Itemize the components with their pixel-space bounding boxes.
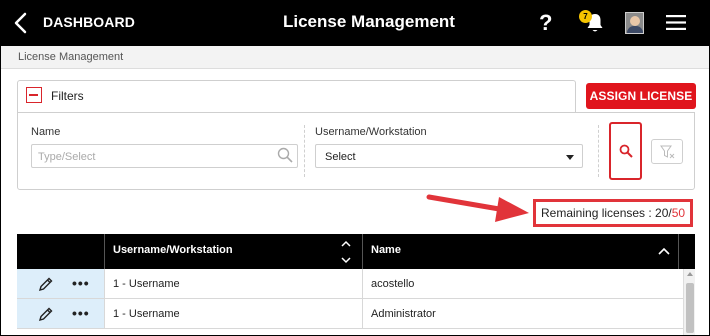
cell-name: Administrator bbox=[371, 308, 436, 320]
scrollbar[interactable] bbox=[683, 269, 695, 335]
divider bbox=[598, 125, 599, 177]
filters-tab bbox=[17, 80, 576, 113]
table-header: Username/Workstation Name bbox=[17, 234, 695, 269]
annotation-arrow bbox=[426, 194, 529, 222]
sort-icon[interactable] bbox=[341, 239, 351, 265]
sort-ascending-icon[interactable] bbox=[658, 246, 670, 256]
scrollbar-thumb[interactable] bbox=[686, 283, 694, 333]
search-icon[interactable] bbox=[277, 147, 293, 163]
app-window: DASHBOARD License Management ? 7 License… bbox=[0, 0, 710, 336]
divider bbox=[304, 125, 305, 177]
more-icon[interactable]: ••• bbox=[72, 305, 90, 321]
collapse-minus-icon[interactable] bbox=[26, 87, 42, 103]
name-label: Name bbox=[31, 126, 61, 138]
breadcrumb[interactable]: License Management bbox=[18, 51, 123, 63]
clear-filter-button[interactable] bbox=[651, 139, 683, 164]
top-bar: DASHBOARD License Management ? 7 bbox=[1, 1, 709, 46]
cell-username: 1 - Username bbox=[113, 308, 180, 320]
search-icon bbox=[619, 144, 633, 158]
page-title: License Management bbox=[283, 12, 455, 31]
column-header-username[interactable]: Username/Workstation bbox=[113, 234, 233, 269]
help-button[interactable]: ? bbox=[539, 10, 552, 36]
notification-badge: 7 bbox=[579, 10, 592, 23]
license-table: Username/Workstation Name ••• 1 - Userna… bbox=[17, 234, 695, 335]
row-actions: ••• bbox=[17, 269, 104, 298]
dashboard-link[interactable]: DASHBOARD bbox=[43, 14, 135, 30]
more-icon[interactable]: ••• bbox=[72, 275, 90, 291]
pencil-icon[interactable] bbox=[38, 306, 54, 322]
search-button[interactable] bbox=[609, 122, 642, 180]
table-row[interactable]: ••• 1 - Username acostello bbox=[17, 269, 683, 299]
pencil-icon[interactable] bbox=[38, 276, 54, 292]
total-licenses: 50 bbox=[671, 206, 686, 220]
cell-username: 1 - Username bbox=[113, 278, 180, 290]
cell-name: acostello bbox=[371, 278, 415, 290]
filters-label[interactable]: Filters bbox=[51, 89, 84, 103]
table-row[interactable]: ••• 1 - Username Administrator bbox=[17, 299, 683, 329]
chevron-left-icon[interactable] bbox=[13, 12, 29, 34]
remaining-licenses-label: Remaining licenses : 20/ bbox=[541, 206, 672, 220]
clear-filter-icon bbox=[660, 145, 675, 159]
username-workstation-select[interactable]: Select bbox=[315, 144, 583, 168]
breadcrumb-bar: License Management bbox=[1, 46, 709, 69]
row-actions: ••• bbox=[17, 299, 104, 328]
avatar[interactable] bbox=[625, 12, 644, 34]
assign-license-button[interactable]: ASSIGN LICENSE bbox=[586, 83, 696, 109]
caret-down-icon bbox=[566, 155, 574, 160]
username-workstation-label: Username/Workstation bbox=[315, 126, 427, 138]
name-input[interactable]: Type/Select bbox=[31, 144, 298, 168]
column-header-name[interactable]: Name bbox=[371, 234, 401, 269]
remaining-licenses: Remaining licenses : 20/50 bbox=[533, 199, 693, 227]
select-value: Select bbox=[325, 151, 356, 163]
scroll-up-icon[interactable] bbox=[687, 272, 693, 276]
hamburger-menu-icon[interactable] bbox=[666, 15, 686, 30]
